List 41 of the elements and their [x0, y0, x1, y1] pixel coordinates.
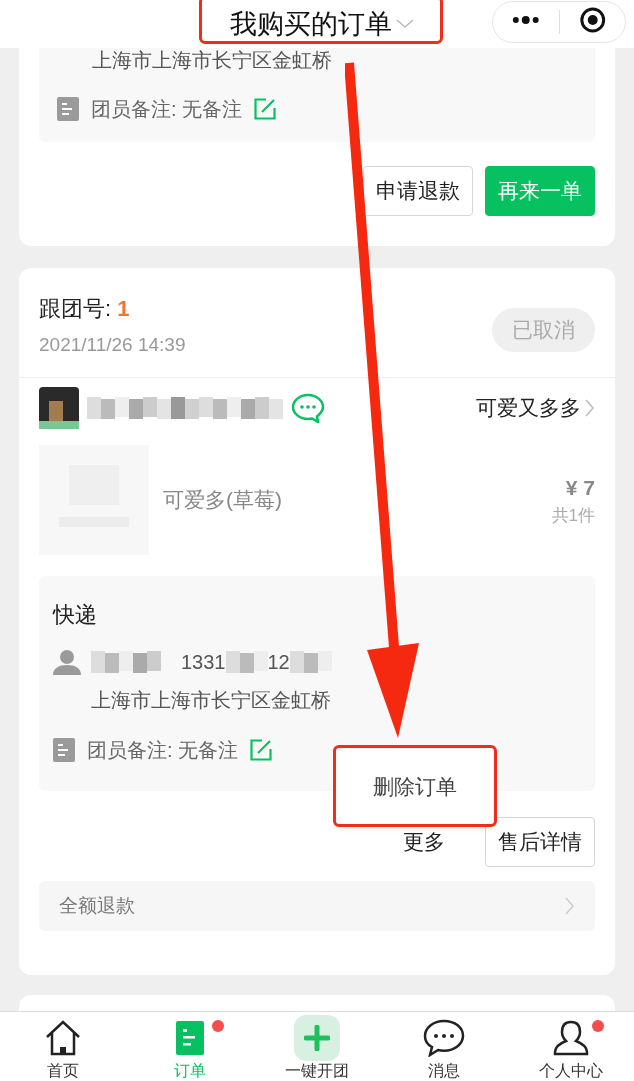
page-title[interactable]: 我购买的订单 [230, 3, 392, 45]
tab[interactable]: 首页 [0, 1012, 127, 1081]
more-link[interactable]: 更多 [403, 826, 445, 858]
phone-number: 12 [267, 650, 290, 675]
price: ¥ 7 [565, 474, 595, 501]
blurred-digits [225, 651, 268, 673]
order-time: 2021/11/26 14:39 [39, 333, 186, 357]
status-badge: 已取消 [492, 308, 595, 352]
note-icon [53, 738, 75, 762]
delivery-method: 快递 [53, 601, 98, 629]
chat-icon [422, 1019, 465, 1057]
tab[interactable]: 个人中心 [507, 1012, 634, 1081]
group-number: 跟团号: 1 [39, 295, 131, 323]
phone-number: 1331 [181, 650, 226, 675]
chevron-right-icon[interactable] [565, 897, 575, 915]
action-button[interactable]: 申请退款 [363, 166, 473, 216]
seller-name[interactable]: 可爱又多多 [476, 392, 581, 424]
plus-icon [294, 1015, 340, 1061]
person-icon [53, 649, 81, 675]
chevron-right-icon[interactable] [585, 399, 595, 417]
address-text: 上海市上海市长宁区金虹桥 [92, 50, 333, 70]
remark-text: 团员备注: 无备注 [91, 97, 243, 122]
product-name: 可爱多(草莓) [163, 487, 283, 514]
edit-icon[interactable] [250, 739, 273, 761]
remark-text: 团员备注: 无备注 [87, 738, 239, 763]
item-count: 共1件 [551, 505, 595, 527]
blurred-digits [289, 651, 332, 673]
action-button[interactable]: 售后详情 [485, 817, 595, 867]
tab[interactable]: 消息 [380, 1012, 508, 1081]
tab[interactable]: 一键开团 [253, 1012, 381, 1081]
edit-icon[interactable] [254, 98, 277, 120]
blurred-name [91, 651, 161, 673]
chevron-down-icon[interactable] [396, 19, 414, 29]
menu-item[interactable]: 删除订单 [373, 771, 457, 803]
note-icon [57, 97, 79, 121]
refund-row[interactable]: 全额退款 [39, 881, 595, 931]
chat-icon[interactable] [291, 393, 325, 423]
address-text: 上海市上海市长宁区金虹桥 [91, 688, 332, 713]
document-icon [176, 1021, 205, 1055]
person-icon [551, 1020, 590, 1056]
avatar-icon [39, 387, 79, 429]
